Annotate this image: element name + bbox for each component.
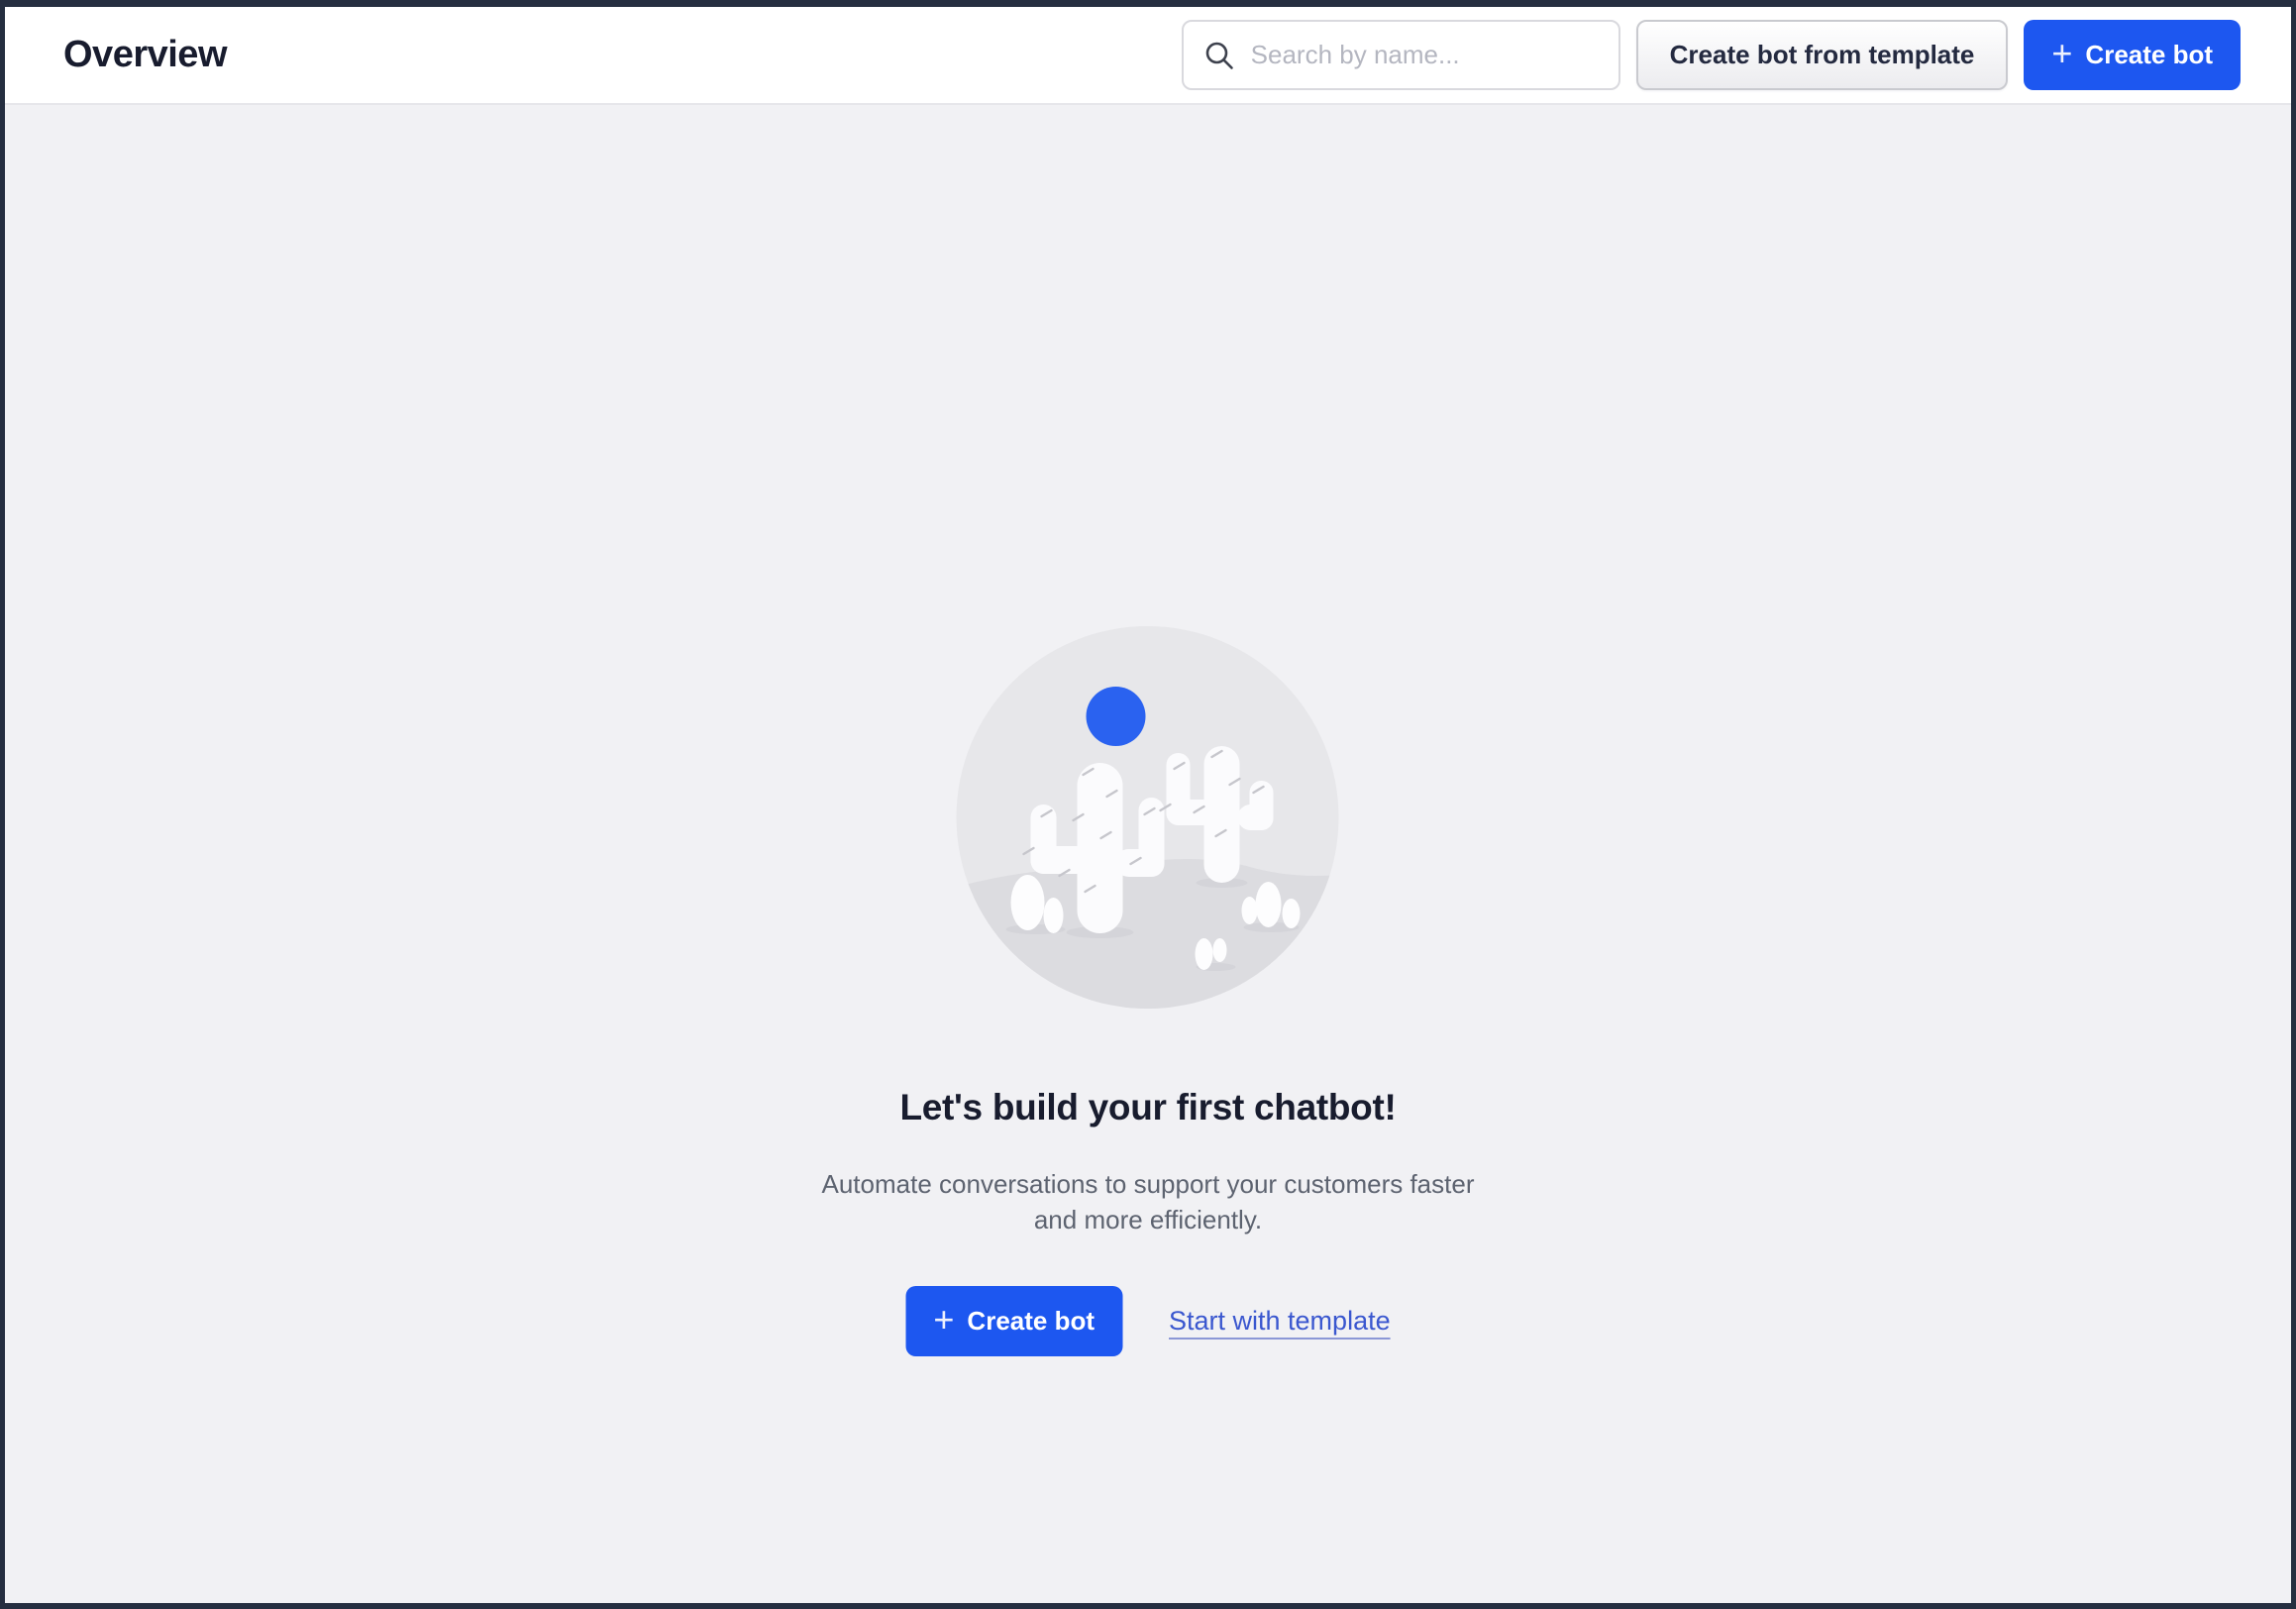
create-bot-button[interactable]: + Create bot [2024,20,2241,90]
empty-state-heading: Let's build your first chatbot! [899,1084,1396,1131]
create-bot-from-template-button[interactable]: Create bot from template [1636,20,2009,90]
empty-state-illustration [957,626,1339,1009]
top-header: Overview Create bot from template + Crea… [5,7,2291,105]
plus-icon: + [2051,36,2072,71]
plus-icon: + [933,1302,954,1338]
empty-state-actions: + Create bot Start with template [905,1286,1390,1356]
header-actions: Create bot from template + Create bot [1182,20,2241,90]
page-title: Overview [63,34,227,76]
sun [1087,687,1146,746]
subtitle-line-2: and more efficiently. [822,1202,1475,1237]
search-box[interactable] [1182,20,1620,90]
empty-state: Let's build your first chatbot! Automate… [822,626,1475,1356]
app-window: Overview Create bot from template + Crea… [5,7,2291,1603]
main-content: Let's build your first chatbot! Automate… [5,105,2291,1603]
ground-hill [957,859,1339,1009]
search-input[interactable] [1251,40,1599,70]
create-bot-button-empty-state[interactable]: + Create bot [905,1286,1122,1356]
create-bot-button-label: Create bot [2085,40,2213,70]
empty-state-subtitle: Automate conversations to support your c… [822,1166,1475,1237]
create-bot-button-label: Create bot [967,1306,1095,1337]
search-icon [1203,40,1235,71]
start-with-template-link[interactable]: Start with template [1169,1306,1391,1337]
subtitle-line-1: Automate conversations to support your c… [822,1166,1475,1202]
